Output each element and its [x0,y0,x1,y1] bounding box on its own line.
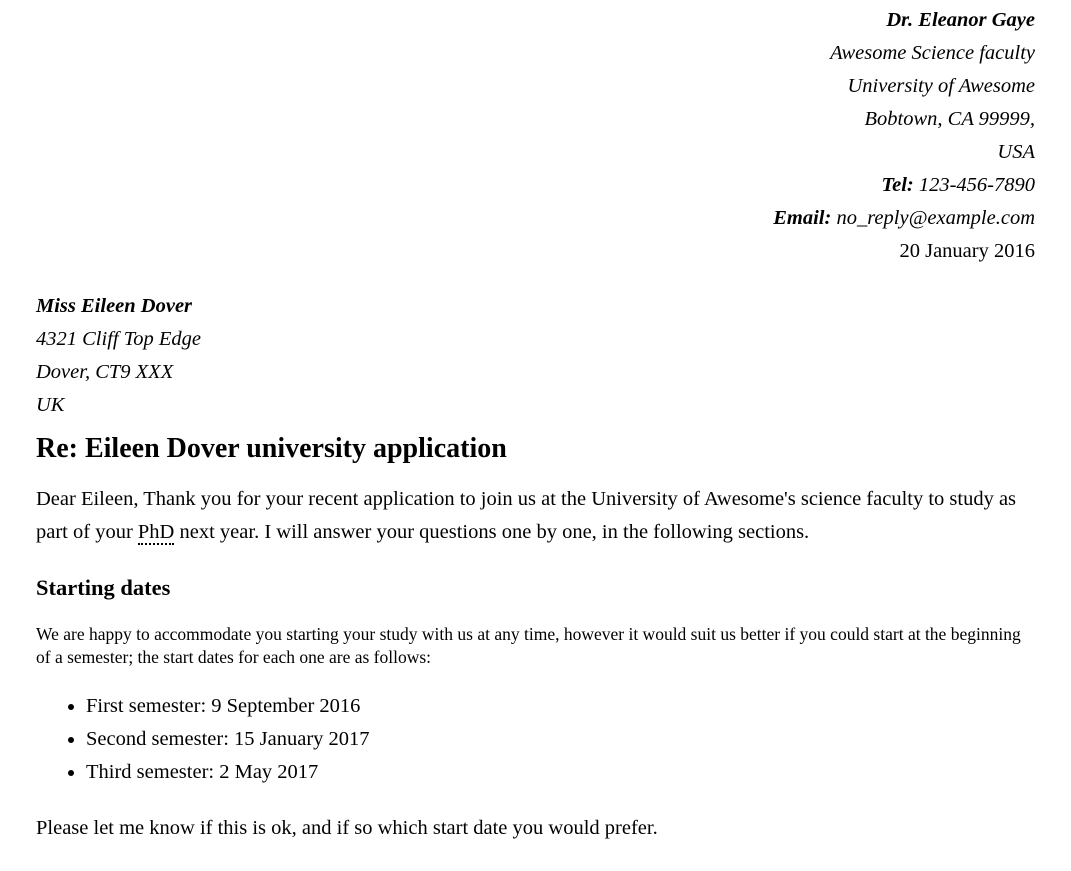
email-value: no_reply@example.com [836,207,1035,229]
email-label: Email: [773,207,832,229]
sender-tel: Tel: 123-456-7890 [36,169,1035,202]
letter-date: 20 January 2016 [899,240,1035,262]
recipient-street: 4321 Cliff Top Edge [36,328,201,350]
phd-abbreviation: PhD [137,521,175,545]
section-paragraph: We are happy to accommodate you starting… [36,624,1021,667]
sender-department: Awesome Science faculty [830,42,1035,64]
intro-paragraph: Dear Eileen, Thank you for your recent a… [36,483,1035,549]
intro-text-end: next year. I will answer your questions … [174,521,810,543]
tel-label: Tel: [881,174,914,196]
sender-email: Email: no_reply@example.com [36,202,1035,235]
dates-list: First semester: 9 September 2016 Second … [36,690,1035,789]
sender-name: Dr. Eleanor Gaye [886,9,1035,31]
recipient-address: Miss Eileen Dover 4321 Cliff Top Edge Do… [36,290,1035,422]
sender-country: USA [997,141,1035,163]
sender-address: Dr. Eleanor Gaye Awesome Science faculty… [36,4,1035,268]
sender-university: University of Awesome [847,75,1035,97]
closing-paragraph: Please let me know if this is ok, and if… [36,817,658,839]
tel-value: 123-456-7890 [918,174,1035,196]
list-item: Third semester: 2 May 2017 [86,756,1035,789]
recipient-name: Miss Eileen Dover [36,295,193,317]
list-item: Second semester: 15 January 2017 [86,723,1035,756]
letter-heading: Re: Eileen Dover university application [36,433,507,464]
list-item: First semester: 9 September 2016 [86,690,1035,723]
section-heading: Starting dates [36,575,171,600]
sender-city: Bobtown, CA 99999, [864,108,1035,130]
recipient-city: Dover, CT9 XXX [36,361,174,383]
recipient-country: UK [36,394,65,416]
